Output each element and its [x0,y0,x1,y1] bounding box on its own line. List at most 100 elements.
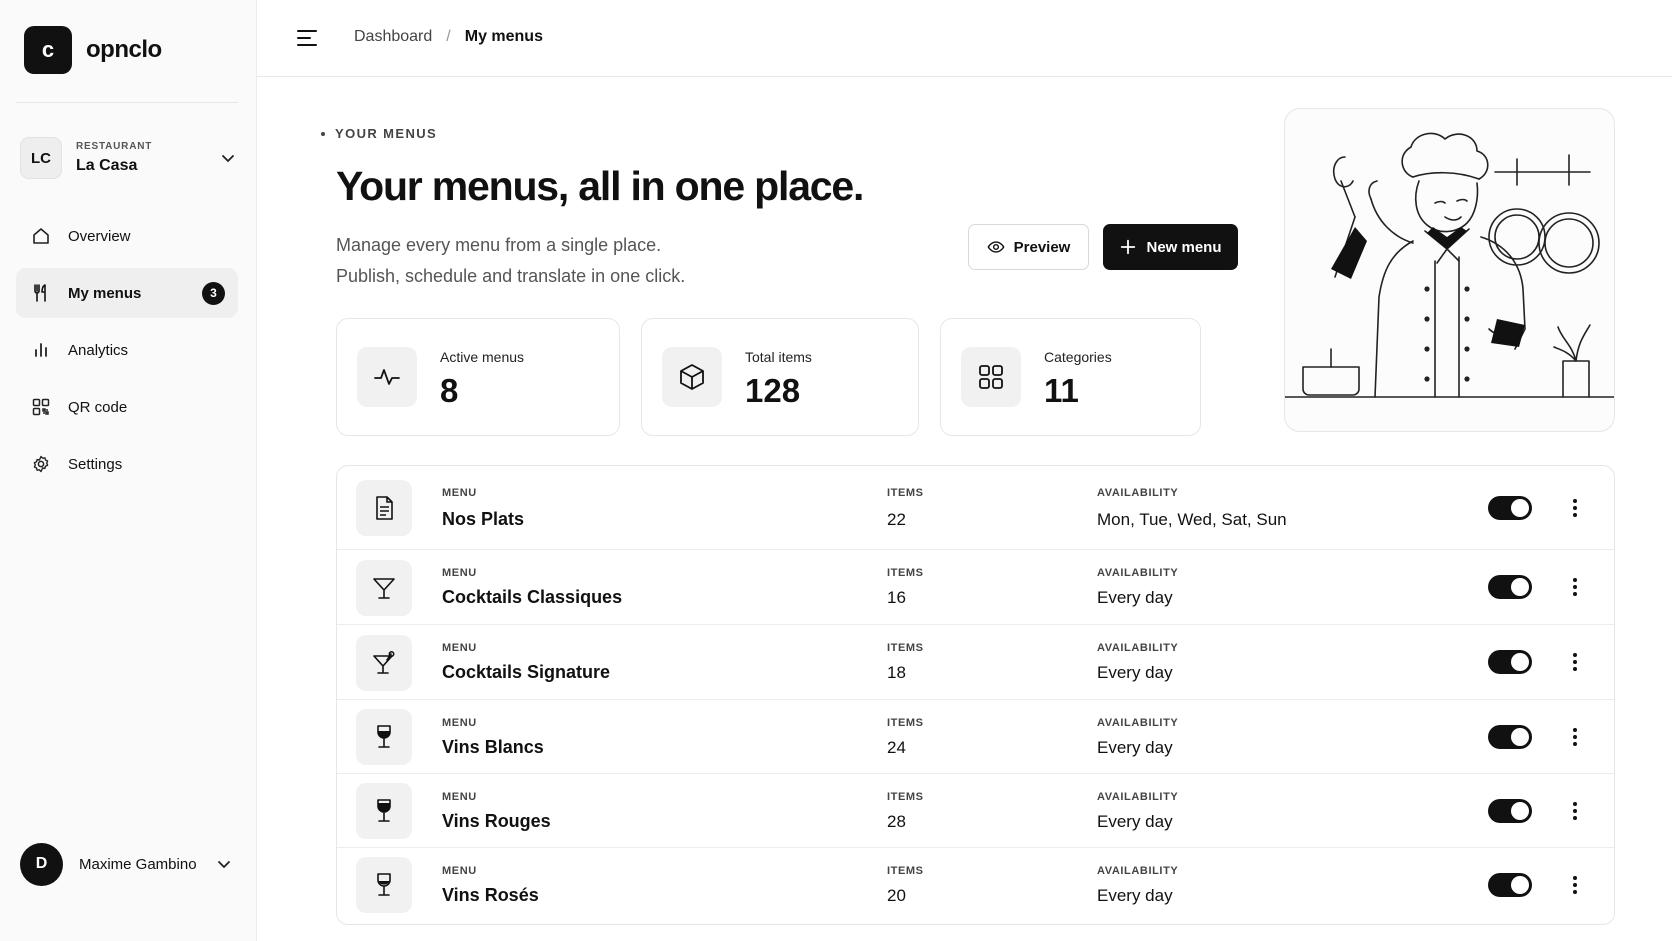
menu-enabled-toggle[interactable] [1488,575,1532,599]
restaurant-label: RESTAURANT [76,141,153,152]
col-label-items: ITEMS [887,567,924,579]
chevron-down-icon [218,861,230,868]
more-options-icon[interactable] [1565,575,1585,599]
col-label-availability: AVAILABILITY [1097,791,1179,803]
menu-name: Vins Rosés [442,885,539,905]
sidebar-item-analytics[interactable]: Analytics [16,325,238,375]
more-options-icon[interactable] [1565,650,1585,674]
stat-label: Active menus [440,349,525,365]
sidebar-item-my-menus[interactable]: My menus 3 [16,268,238,318]
col-label-menu: MENU [442,487,477,499]
wine-glass-icon [356,709,412,765]
col-label-menu: MENU [442,791,477,803]
table-row[interactable]: MENU Cocktails Signature ITEMS 18 AVAILA… [337,625,1614,700]
stat-card-total-items: Total items 128 [641,318,919,436]
eyebrow-text: YOUR MENUS [335,126,438,141]
sidebar-item-qr-code[interactable]: QR code [16,382,238,432]
sidebar-item-settings[interactable]: Settings [16,439,238,489]
col-label-availability: AVAILABILITY [1097,642,1179,654]
chevron-down-icon [222,155,234,162]
toggle-knob [1511,578,1529,596]
col-label-availability: AVAILABILITY [1097,717,1179,729]
breadcrumb-current: My menus [464,28,543,45]
menu-availability: Every day [1097,886,1173,905]
menu-name: Cocktails Signature [442,662,611,682]
breadcrumb: Dashboard / My menus [354,28,543,46]
restaurant-name: La Casa [76,157,138,174]
stat-card-categories: Categories 11 [940,318,1201,436]
stat-value: 11 [1044,372,1079,409]
section-eyebrow: YOUR MENUS [321,126,437,141]
grid-icon [961,347,1021,407]
table-row[interactable]: MENU Nos Plats ITEMS 22 AVAILABILITY Mon… [337,466,1614,550]
col-label-items: ITEMS [887,487,924,499]
more-options-icon[interactable] [1565,873,1585,897]
sidebar-divider [16,102,238,103]
subtitle-line: Manage every menu from a single place. [336,235,662,255]
sidebar-item-label: Overview [68,227,131,245]
sidebar-item-label: My menus [68,284,142,302]
new-menu-button[interactable]: New menu [1103,224,1238,270]
cocktail-icon [356,635,412,691]
restaurant-switcher[interactable]: LC RESTAURANT La Casa [20,135,236,181]
user-name: Maxime Gambino [79,855,197,873]
stat-label: Total items [745,349,812,365]
sidebar-item-overview[interactable]: Overview [16,211,238,261]
col-label-items: ITEMS [887,642,924,654]
menu-availability: Every day [1097,738,1173,757]
menu-name: Vins Blancs [442,737,544,757]
menu-enabled-toggle[interactable] [1488,496,1532,520]
avatar: D [20,842,63,886]
breadcrumb-dashboard[interactable]: Dashboard [354,28,432,46]
menu-items-count: 28 [887,812,906,831]
col-label-availability: AVAILABILITY [1097,487,1179,499]
sidebar-nav: Overview My menus 3 Analytics QR code Se… [16,211,238,496]
col-label-availability: AVAILABILITY [1097,567,1179,579]
menu-availability: Every day [1097,588,1173,607]
preview-button[interactable]: Preview [968,224,1089,270]
table-row[interactable]: MENU Vins Rosés ITEMS 20 AVAILABILITY Ev… [337,848,1614,924]
martini-glass-icon [356,560,412,616]
col-label-menu: MENU [442,865,477,877]
page-subtitle: Manage every menu from a single place. P… [336,230,685,292]
bar-chart-icon [30,339,52,361]
col-label-items: ITEMS [887,865,924,877]
eye-icon [987,241,1005,253]
utensils-icon [30,282,52,304]
menu-name: Nos Plats [442,509,525,529]
table-row[interactable]: MENU Cocktails Classiques ITEMS 16 AVAIL… [337,550,1614,625]
qr-code-icon [30,396,52,418]
menu-name: Cocktails Classiques [442,587,623,607]
menu-items-count: 22 [887,510,906,529]
new-menu-label: New menu [1146,238,1222,256]
menu-name: Vins Rouges [442,811,551,831]
brand[interactable]: c opnclo [24,26,162,74]
gear-icon [30,453,52,475]
more-options-icon[interactable] [1565,725,1585,749]
user-menu[interactable]: D Maxime Gambino [20,842,236,886]
more-options-icon[interactable] [1565,799,1585,823]
box-icon [662,347,722,407]
menu-items-count: 18 [887,663,906,682]
table-row[interactable]: MENU Vins Rouges ITEMS 28 AVAILABILITY E… [337,774,1614,848]
stat-value: 128 [745,372,801,409]
hamburger-menu-icon[interactable] [295,26,319,50]
menu-enabled-toggle[interactable] [1488,799,1532,823]
preview-label: Preview [1013,238,1071,256]
sidebar: c opnclo LC RESTAURANT La Casa Overview … [0,0,257,941]
sidebar-item-label: QR code [68,398,128,416]
menu-enabled-toggle[interactable] [1488,725,1532,749]
activity-pulse-icon [357,347,417,407]
more-options-icon[interactable] [1565,496,1585,520]
restaurant-info: RESTAURANT La Casa [76,141,220,175]
toggle-knob [1511,728,1529,746]
menu-enabled-toggle[interactable] [1488,650,1532,674]
wine-glass-filled-icon [356,783,412,839]
col-label-menu: MENU [442,642,477,654]
menu-enabled-toggle[interactable] [1488,873,1532,897]
toggle-knob [1511,499,1529,517]
menu-items-count: 24 [887,738,906,757]
menus-count-badge: 3 [202,281,225,305]
table-row[interactable]: MENU Vins Blancs ITEMS 24 AVAILABILITY E… [337,700,1614,774]
eyebrow-dot [321,131,325,136]
